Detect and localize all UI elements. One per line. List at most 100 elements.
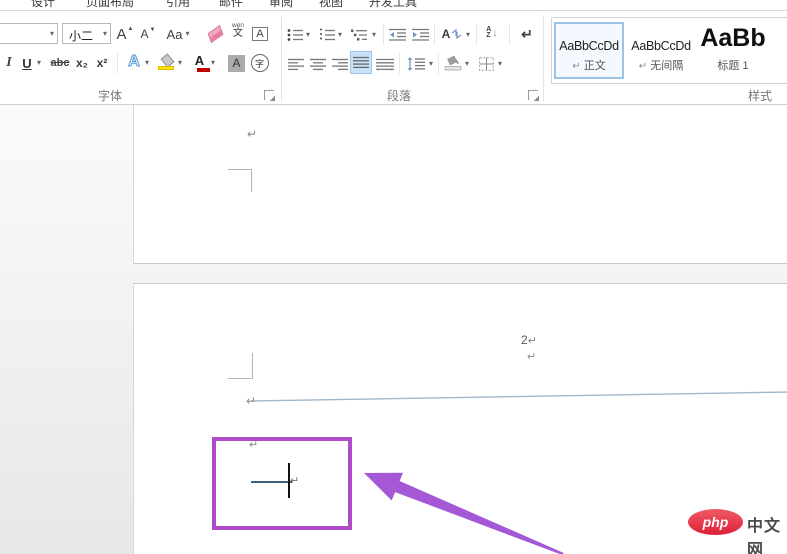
align-center-icon xyxy=(310,58,326,71)
highlighter-icon xyxy=(158,55,175,71)
align-left-button[interactable] xyxy=(287,53,305,75)
mini-divider xyxy=(399,53,400,74)
superscript-button[interactable]: x² xyxy=(93,52,111,74)
font-dialog-launcher[interactable] xyxy=(264,90,274,100)
chevron-down-icon[interactable]: ▾ xyxy=(178,59,182,67)
bullet-list-button[interactable] xyxy=(286,24,304,46)
font-name-combobox[interactable]: ▾ xyxy=(0,23,58,44)
chevron-down-icon[interactable]: ▾ xyxy=(465,60,469,68)
style-card-heading1[interactable]: AaBb 标题 1 xyxy=(698,22,768,79)
distribute-button[interactable] xyxy=(375,53,395,75)
margin-corner-mark xyxy=(228,353,253,379)
style-name: ↵ 无间隔 xyxy=(639,57,683,73)
chevron-down-icon[interactable]: ▾ xyxy=(306,31,310,39)
rotate-arrows-icon xyxy=(451,29,462,39)
chevron-down-icon[interactable]: ▾ xyxy=(372,31,376,39)
increase-indent-icon xyxy=(412,28,430,42)
chevron-down-icon[interactable]: ▾ xyxy=(50,30,54,38)
watermark-site-text: 中文网 xyxy=(747,512,787,554)
change-case-button[interactable]: Aa ▾ xyxy=(163,23,193,45)
annotation-rectangle[interactable]: ↵ ↵ xyxy=(212,437,352,530)
character-border-button[interactable]: A xyxy=(250,23,270,45)
borders-button[interactable] xyxy=(476,53,496,75)
chevron-down-icon[interactable]: ▾ xyxy=(466,31,470,39)
chevron-down-icon[interactable]: ▾ xyxy=(37,59,41,67)
line-spacing-icon xyxy=(407,57,426,71)
tab-mailings[interactable]: 邮件 xyxy=(219,0,243,10)
ribbon-home-panel: ▾ 小二 ▾ A ▲ A ▼ Aa ▾ wén 文 A I xyxy=(0,11,787,105)
show-hide-marks-button[interactable]: ↵ xyxy=(517,23,537,45)
italic-icon: I xyxy=(6,55,11,71)
text-effects-icon: A xyxy=(128,53,140,71)
page-2[interactable]: 2↵ ↵ ↵ ↵ ↵ php 中文网 xyxy=(133,283,787,554)
font-color-icon: A xyxy=(195,53,204,72)
paragraph-mark: ↵ xyxy=(246,394,256,408)
asian-layout-button[interactable]: A xyxy=(440,23,464,45)
styles-group-label: 样式 xyxy=(748,87,772,104)
italic-button[interactable]: I xyxy=(2,52,16,74)
decrease-indent-icon xyxy=(389,28,407,42)
justify-button[interactable] xyxy=(350,51,372,74)
text-highlight-button[interactable] xyxy=(157,52,175,74)
paragraph-dialog-launcher[interactable] xyxy=(528,90,538,100)
sort-button[interactable]: AZ ↓ xyxy=(482,22,502,44)
group-divider xyxy=(543,15,544,101)
tab-references[interactable]: 引用 xyxy=(166,0,190,10)
font-size-combobox[interactable]: 小二 ▾ xyxy=(62,23,111,44)
align-right-icon xyxy=(332,58,348,71)
borders-grid-icon xyxy=(479,57,494,71)
character-shading-button[interactable]: A xyxy=(227,52,246,74)
tab-page-layout[interactable]: 页面布局 xyxy=(86,0,134,10)
line-spacing-button[interactable] xyxy=(405,53,427,75)
multilevel-list-button[interactable] xyxy=(350,24,370,46)
up-triangle-icon: ▲ xyxy=(128,26,134,32)
tab-design[interactable]: 设计 xyxy=(31,0,55,10)
font-group-label: 字体 xyxy=(98,87,122,104)
increase-indent-button[interactable] xyxy=(411,24,431,46)
chevron-down-icon[interactable]: ▾ xyxy=(338,31,342,39)
ribbon-tab-bar: 设计 页面布局 引用 邮件 审阅 视图 开发工具 xyxy=(0,0,787,11)
style-card-normal[interactable]: AaBbCcDd ↵ 正文 xyxy=(554,22,624,79)
strikethrough-button[interactable]: abc xyxy=(49,52,71,74)
chevron-down-icon[interactable]: ▾ xyxy=(185,30,189,38)
decrease-indent-button[interactable] xyxy=(388,24,408,46)
underline-button[interactable]: U xyxy=(19,52,35,74)
style-card-heading2[interactable]: Aa 标 xyxy=(770,22,787,79)
clear-formatting-button[interactable] xyxy=(204,23,226,45)
php-logo-text: php xyxy=(703,514,729,530)
align-right-button[interactable] xyxy=(331,53,349,75)
align-center-button[interactable] xyxy=(309,53,327,75)
horizontal-rule-line[interactable] xyxy=(251,392,787,401)
font-size-value: 小二 xyxy=(69,27,93,44)
chevron-down-icon[interactable]: ▾ xyxy=(103,30,107,38)
multilevel-list-icon xyxy=(351,28,369,42)
paragraph-mark: ↵ xyxy=(247,127,257,141)
tab-developer[interactable]: 开发工具 xyxy=(369,0,417,10)
shading-button[interactable] xyxy=(443,52,463,74)
font-color-button[interactable]: A xyxy=(191,51,208,73)
style-preview: AaBbCcDd xyxy=(631,39,690,53)
style-preview: AaBb xyxy=(700,24,765,53)
chevron-down-icon[interactable]: ▾ xyxy=(211,59,215,67)
tab-review[interactable]: 审阅 xyxy=(269,0,293,10)
shrink-font-button[interactable]: A ▼ xyxy=(138,23,158,45)
chevron-down-icon[interactable]: ▾ xyxy=(498,60,502,68)
group-divider xyxy=(281,15,282,101)
chevron-down-icon[interactable]: ▾ xyxy=(429,60,433,68)
shaded-a-icon: A xyxy=(228,55,245,72)
grow-font-button[interactable]: A ▲ xyxy=(114,23,136,45)
textbox-line[interactable] xyxy=(251,481,292,483)
numbered-list-button[interactable] xyxy=(318,24,336,46)
text-effects-button[interactable]: A xyxy=(125,51,143,73)
justify-icon xyxy=(353,56,369,69)
phonetic-guide-button[interactable]: wén 文 xyxy=(227,20,249,42)
subscript-button[interactable]: x₂ xyxy=(73,52,91,74)
chevron-down-icon[interactable]: ▾ xyxy=(145,59,149,67)
page-1[interactable]: ↵ xyxy=(133,105,787,264)
mini-divider xyxy=(383,24,384,45)
style-card-no-spacing[interactable]: AaBbCcDd ↵ 无间隔 xyxy=(626,22,696,79)
paragraph-mark: ↵ xyxy=(527,350,536,363)
paragraph-mark: ↵ xyxy=(290,474,299,487)
tab-view[interactable]: 视图 xyxy=(319,0,343,10)
enclose-characters-button[interactable]: 字 xyxy=(250,52,269,74)
